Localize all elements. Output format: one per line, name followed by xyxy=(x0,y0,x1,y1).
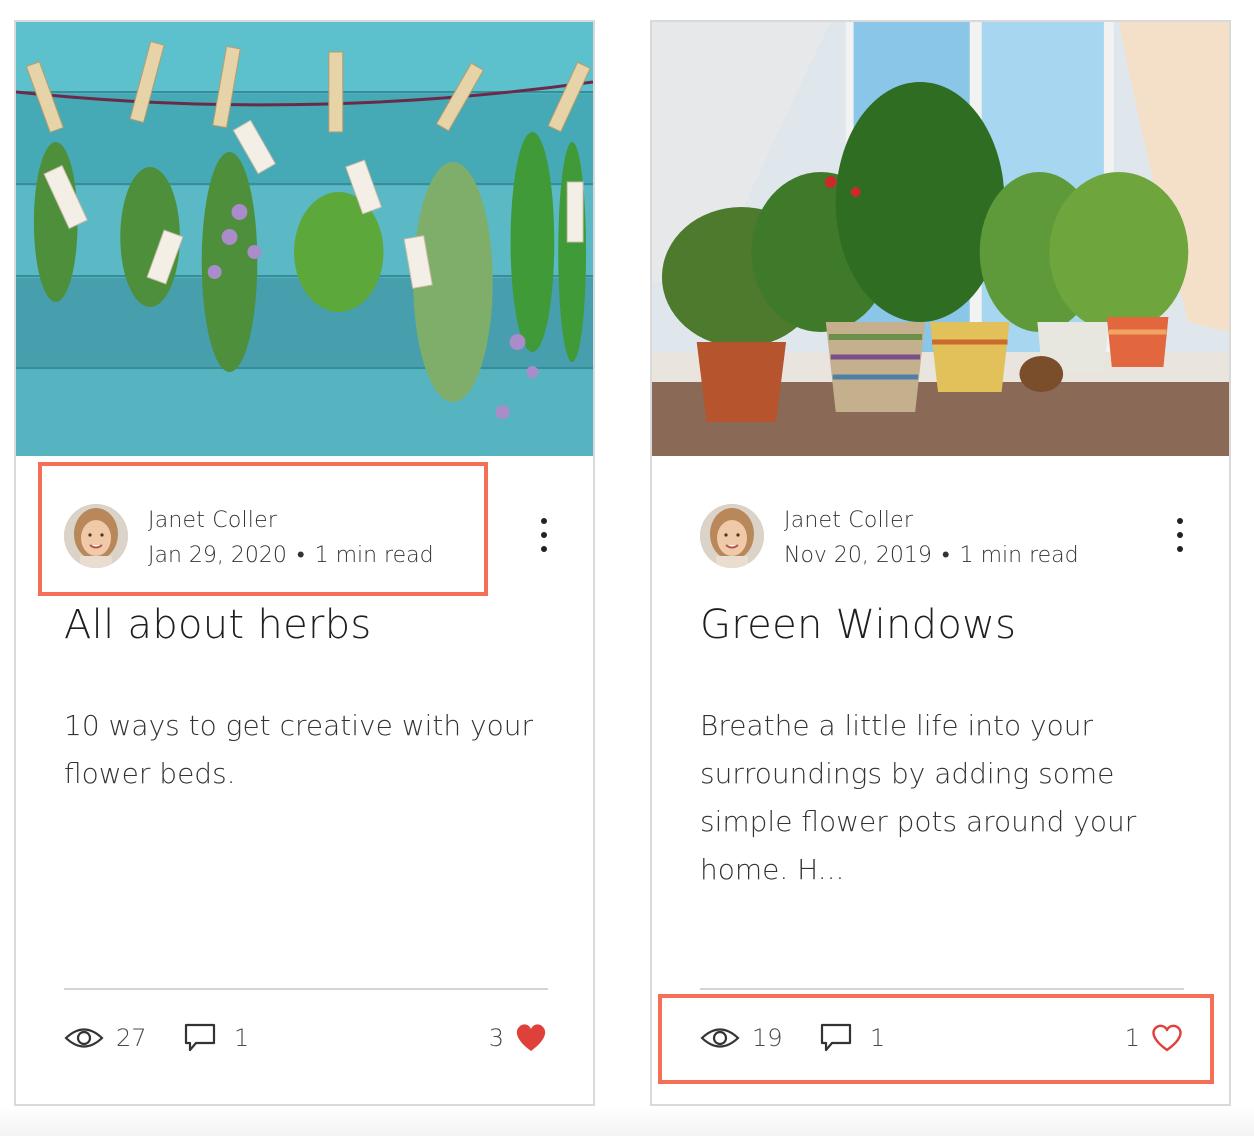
herbs-image xyxy=(16,22,593,456)
comments-count: 1 xyxy=(234,1024,250,1052)
likes-stat[interactable]: 3 xyxy=(489,1020,548,1056)
more-dot-icon xyxy=(541,518,547,524)
read-time: 1 min read xyxy=(959,543,1079,568)
more-actions-button[interactable] xyxy=(534,518,554,552)
more-dot-icon xyxy=(1177,546,1183,552)
author-avatar[interactable] xyxy=(64,504,128,568)
post-date: Nov 20, 2019 xyxy=(784,543,932,568)
meta-separator: • xyxy=(296,543,305,568)
post-author-row: Janet Coller Jan 29, 2020 • 1 min read xyxy=(64,504,554,572)
comments-stat[interactable]: 1 xyxy=(820,1020,885,1056)
window-plants-image xyxy=(652,22,1229,456)
author-photo xyxy=(64,504,128,568)
post-date: Jan 29, 2020 xyxy=(148,543,287,568)
more-dot-icon xyxy=(541,532,547,538)
likes-count: 3 xyxy=(488,1024,504,1052)
comment-icon xyxy=(184,1023,216,1052)
card-divider xyxy=(700,988,1184,990)
likes-count: 1 xyxy=(1124,1024,1140,1052)
post-meta: Nov 20, 2019 • 1 min read xyxy=(784,542,1079,568)
likes-stat[interactable]: 1 xyxy=(1125,1020,1184,1056)
eye-icon xyxy=(64,1028,104,1048)
post-excerpt: 10 ways to get creative with your flower… xyxy=(64,709,533,790)
author-photo xyxy=(700,504,764,568)
page-bottom-strip xyxy=(0,1106,1254,1136)
post-stats: 27 1 3 xyxy=(64,1020,548,1056)
views-stat: 19 xyxy=(700,1020,783,1056)
post-card[interactable]: Janet Coller Jan 29, 2020 • 1 min read All… xyxy=(14,20,595,1106)
comments-count: 1 xyxy=(870,1024,886,1052)
eye-icon xyxy=(700,1028,740,1048)
author-name[interactable]: Janet Coller xyxy=(148,508,277,533)
views-count: 27 xyxy=(116,1024,147,1052)
post-title[interactable]: All about herbs xyxy=(64,602,372,648)
author-name[interactable]: Janet Coller xyxy=(784,508,913,533)
author-avatar[interactable] xyxy=(700,504,764,568)
comments-stat[interactable]: 1 xyxy=(184,1020,249,1056)
views-count: 19 xyxy=(752,1024,783,1052)
more-dot-icon xyxy=(541,546,547,552)
read-time: 1 min read xyxy=(314,543,434,568)
more-dot-icon xyxy=(1177,518,1183,524)
post-card[interactable]: Janet Coller Nov 20, 2019 • 1 min read Gre… xyxy=(650,20,1231,1106)
more-dot-icon xyxy=(1177,532,1183,538)
post-stats: 19 1 1 xyxy=(700,1020,1184,1056)
card-divider xyxy=(64,988,548,990)
heart-filled-icon[interactable] xyxy=(514,1023,548,1053)
post-author-row: Janet Coller Nov 20, 2019 • 1 min read xyxy=(700,504,1190,572)
more-actions-button[interactable] xyxy=(1170,518,1190,552)
views-stat: 27 xyxy=(64,1020,147,1056)
meta-separator: • xyxy=(941,543,950,568)
comment-icon xyxy=(820,1023,852,1052)
post-title[interactable]: Green Windows xyxy=(700,602,1016,648)
post-cover-image[interactable] xyxy=(652,22,1229,456)
post-cover-image[interactable] xyxy=(16,22,593,456)
heart-outline-icon[interactable] xyxy=(1150,1023,1184,1053)
post-excerpt: Breathe a little life into your surround… xyxy=(700,709,1137,886)
post-meta: Jan 29, 2020 • 1 min read xyxy=(148,542,434,568)
